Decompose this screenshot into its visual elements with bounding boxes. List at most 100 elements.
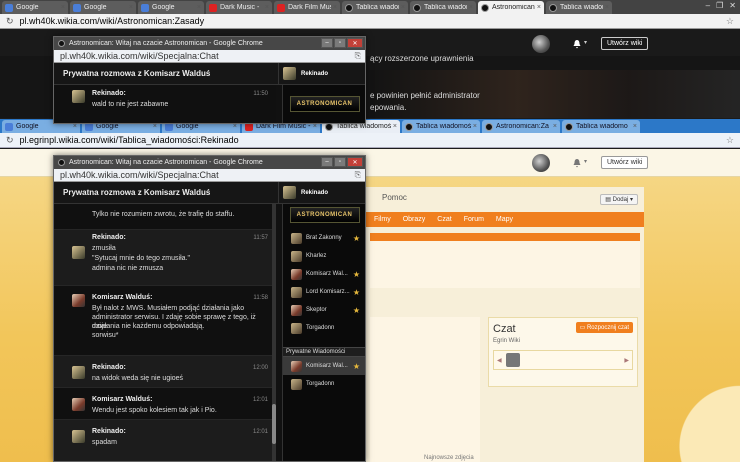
message-text: "Sytucaj mnie do tego zmusiła."	[92, 255, 190, 262]
maximize-icon[interactable]: ❐	[716, 1, 723, 10]
close-icon[interactable]: ✕	[347, 157, 363, 167]
avatar[interactable]	[532, 154, 550, 172]
wikia-icon	[565, 122, 573, 131]
close-icon[interactable]: ×	[393, 123, 397, 130]
close-icon[interactable]: ×	[129, 4, 133, 11]
close-icon[interactable]: ×	[473, 123, 477, 130]
nav-item-filmy[interactable]: Filmy	[374, 216, 391, 223]
chevron-down-icon[interactable]: ▾	[584, 158, 587, 165]
minimize-icon[interactable]: –	[706, 1, 710, 10]
tab-astronomican[interactable]: Astronomican:Za ×	[482, 120, 560, 133]
close-icon[interactable]: ✕	[347, 38, 363, 48]
user-list-item[interactable]: Brat Zakonny ★	[283, 229, 365, 247]
reload-icon[interactable]: ↻	[6, 135, 14, 146]
bookmark-star-icon[interactable]: ☆	[726, 16, 734, 27]
private-user-item[interactable]: Komisarz Wal... ★	[283, 357, 365, 375]
user-list-item[interactable]: Komisarz Wal... ★	[283, 265, 365, 283]
avatar[interactable]	[505, 353, 520, 367]
close-icon[interactable]: ×	[553, 123, 557, 130]
tab-tablica-1[interactable]: Tablica wiadomo×	[342, 1, 408, 14]
close-icon[interactable]: ×	[197, 4, 201, 11]
close-icon[interactable]: ×	[61, 4, 65, 11]
chat-user-list: ASTRONOMICAN	[282, 85, 365, 123]
close-icon[interactable]: ×	[469, 4, 473, 11]
window2-address-bar: ↻ pl.egrinpl.wikia.com/wiki/Tablica_wiad…	[0, 133, 740, 148]
chat-message: Komisarz Walduś: 12:01 Wendu jest spoko …	[54, 388, 276, 420]
avatar[interactable]	[532, 35, 550, 53]
chat-title: Prywatna rozmowa z Komisarz Walduś	[63, 69, 211, 78]
notifications-bell-icon[interactable]	[572, 39, 582, 49]
chevron-down-icon[interactable]: ▾	[584, 39, 587, 46]
message-time: 12:01	[252, 429, 268, 435]
tab-tablica-2[interactable]: Tablica wiadomo×	[410, 1, 476, 14]
latest-photos-label: Najnowsze zdjęcia	[424, 455, 474, 461]
close-icon[interactable]: ✕	[729, 1, 736, 10]
user-list-item[interactable]: Skeptor ★	[283, 301, 365, 319]
notifications-bell-icon[interactable]	[572, 158, 582, 168]
maximize-icon[interactable]: ▫	[334, 38, 346, 48]
reload-icon[interactable]: ↻	[6, 16, 14, 27]
wiki-header: Pomoc ▤ Dodaj ▾	[366, 187, 644, 211]
star-icon: ★	[352, 233, 360, 243]
close-icon[interactable]: ×	[401, 4, 405, 11]
minimize-icon[interactable]: –	[321, 157, 333, 167]
scrollbar-thumb[interactable]	[272, 404, 276, 444]
minimize-icon[interactable]: –	[321, 38, 333, 48]
nav-item-czat[interactable]: Czat	[437, 216, 451, 223]
close-icon[interactable]: ×	[73, 123, 77, 130]
popup-title-bar: Astronomican: Witaj na czacie Astronomic…	[54, 156, 365, 169]
chat-message: Rekinado: 12:00 na widok weda się nie ug…	[54, 356, 276, 388]
close-icon[interactable]: ×	[265, 4, 269, 11]
private-user-item[interactable]: Torgadonn	[283, 375, 365, 393]
start-chat-button[interactable]: ▭ Rozpocznij czat	[575, 322, 633, 333]
google-icon	[73, 3, 81, 12]
page-icon[interactable]: ⎘	[355, 51, 361, 61]
chat-users-strip: ◀ ▶	[493, 350, 633, 370]
url-field[interactable]: pl.wh40k.wikia.com/wiki/Astronomican:Zas…	[20, 16, 720, 26]
tab-tablica-3[interactable]: Tablica wiadomo×	[562, 120, 640, 133]
chat-header: Prywatna rozmowa z Komisarz Walduś Rekin…	[54, 182, 365, 204]
url-field[interactable]: pl.egrinpl.wikia.com/wiki/Tablica_wiadom…	[20, 135, 720, 145]
tab-tablica-3[interactable]: Tablica wiadomo×	[546, 1, 612, 14]
tab-tablica-2[interactable]: Tablica wiadomości ×	[402, 120, 480, 133]
close-icon[interactable]: ×	[313, 123, 317, 130]
tab-google-2[interactable]: Google ×	[70, 1, 136, 14]
message-author: Rekinado:	[92, 364, 126, 371]
bookmark-star-icon[interactable]: ☆	[726, 135, 734, 146]
arrow-left-icon[interactable]: ◀	[497, 357, 502, 364]
user-list-item[interactable]: Lord Komisarz... ★	[283, 283, 365, 301]
youtube-icon	[277, 3, 285, 12]
popup-title-bar: Astronomican: Witaj na czacie Astronomic…	[54, 37, 365, 50]
create-wiki-button[interactable]: Utwórz wiki	[601, 37, 649, 50]
wikia-icon	[413, 3, 421, 12]
tab-dark-film[interactable]: Dark Film Musi ×	[274, 1, 340, 14]
close-icon[interactable]: ×	[233, 123, 237, 130]
help-link[interactable]: Pomoc	[382, 193, 407, 202]
maximize-icon[interactable]: ▫	[334, 157, 346, 167]
arrow-right-icon[interactable]: ▶	[624, 357, 629, 364]
close-icon[interactable]: ×	[605, 4, 609, 11]
star-icon: ★	[352, 361, 360, 371]
window-controls: – ❐ ✕	[706, 1, 736, 10]
tab-google-3[interactable]: Google ×	[138, 1, 204, 14]
tab-dark-music[interactable]: Dark Music - ×	[206, 1, 272, 14]
create-wiki-button[interactable]: Utwórz wiki	[601, 156, 649, 169]
add-button[interactable]: ▤ Dodaj ▾	[600, 194, 638, 205]
nav-item-obrazy[interactable]: Obrazy	[403, 216, 426, 223]
page-icon[interactable]: ⎘	[355, 170, 361, 180]
message-text: działania nie każdemu odpowiadają.	[92, 323, 205, 330]
close-icon[interactable]: ×	[333, 4, 337, 11]
user-list-item[interactable]: Torgadonn	[283, 319, 365, 337]
message-text: Był nalot z MWS. Musiałem podjąć działan…	[92, 305, 245, 312]
nav-item-forum[interactable]: Forum	[464, 216, 484, 223]
nav-item-mapy[interactable]: Mapy	[496, 216, 513, 223]
user-list-item[interactable]: Kharlez	[283, 247, 365, 265]
close-icon[interactable]: ×	[153, 123, 157, 130]
message-text: Wendu jest spoko kolesiem tak jak i Pio.	[92, 407, 217, 414]
tab-google-1[interactable]: Google ×	[2, 1, 68, 14]
avatar	[291, 232, 302, 244]
close-icon[interactable]: ×	[537, 4, 541, 11]
message-scrollbar[interactable]	[272, 204, 276, 461]
tab-astronomican[interactable]: Astronomican:Z×	[478, 1, 544, 14]
close-icon[interactable]: ×	[633, 123, 637, 130]
